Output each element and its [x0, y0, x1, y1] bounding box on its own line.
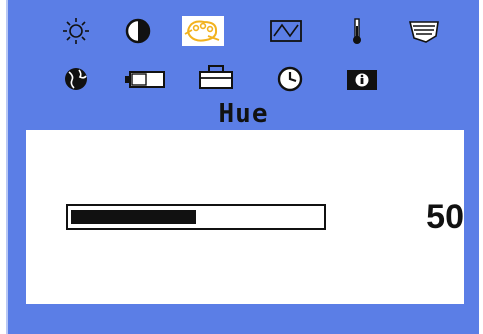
info-icon[interactable] [341, 64, 383, 94]
hue-slider[interactable] [66, 204, 326, 230]
battery-icon[interactable] [122, 64, 168, 94]
thermometer-icon[interactable] [337, 16, 377, 46]
contrast-icon[interactable] [118, 16, 158, 46]
osd-menu: Hue 50 [6, 0, 479, 334]
toolbox-icon[interactable] [194, 62, 238, 92]
clock-icon[interactable] [270, 64, 310, 94]
adjustment-panel: 50 [26, 130, 464, 304]
hue-slider-fill [71, 210, 196, 224]
menu-title: Hue [218, 99, 269, 129]
brightness-icon[interactable] [56, 16, 96, 46]
waveform-icon[interactable] [266, 16, 306, 46]
globe-icon[interactable] [56, 64, 96, 94]
color-palette-icon[interactable] [182, 16, 224, 46]
display-adjust-icon[interactable] [404, 16, 444, 46]
hue-value: 50 [426, 198, 464, 236]
